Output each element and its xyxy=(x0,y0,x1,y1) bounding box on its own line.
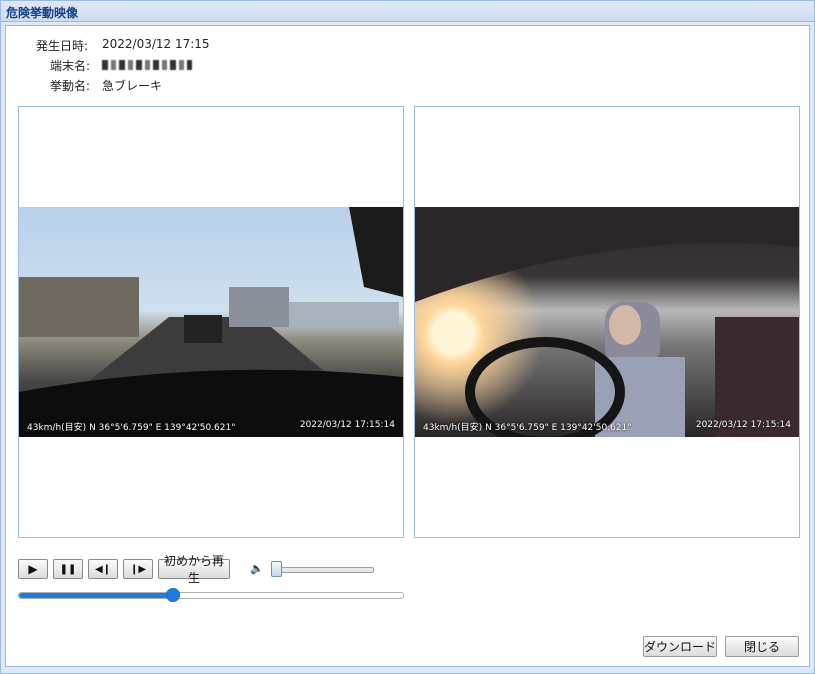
terminal-label: 端末名: xyxy=(50,59,91,73)
step-forward-icon: ❙▶ xyxy=(129,563,147,575)
front-camera-video[interactable]: 43km/h(目安) N 36°5'6.759" E 139°42'50.621… xyxy=(19,207,403,437)
occurred-label: 発生日時: xyxy=(36,39,89,53)
cabin-timestamp: 2022/03/12 17:15:14 xyxy=(695,420,791,430)
terminal-value-masked xyxy=(102,57,192,71)
front-speed: 43km/h(目安) xyxy=(27,423,87,433)
seek-progress-fill xyxy=(19,593,173,598)
seek-thumb[interactable] xyxy=(165,588,180,602)
download-button[interactable]: ダウンロード xyxy=(643,636,717,657)
pause-icon: ❚❚ xyxy=(59,563,77,575)
dialog-window: 危険挙動映像 発生日時: 2022/03/12 17:15 端末名: 挙動名: … xyxy=(0,0,815,674)
behavior-value: 急ブレーキ xyxy=(102,79,163,93)
cabin-video-panel[interactable]: 43km/h(目安) N 36°5'6.759" E 139°42'50.621… xyxy=(414,106,800,538)
play-button[interactable]: ▶ xyxy=(18,559,48,579)
cabin-overlay: 43km/h(目安) N 36°5'6.759" E 139°42'50.621… xyxy=(423,420,791,433)
dialog-title: 危険挙動映像 xyxy=(6,6,79,20)
step-back-icon: ◀❙ xyxy=(94,563,112,575)
front-road-scene xyxy=(19,207,403,437)
cabin-scene-illustration xyxy=(415,207,799,437)
info-terminal: 端末名: xyxy=(6,57,406,73)
info-behavior: 挙動名: 急ブレーキ xyxy=(6,77,406,93)
cabin-camera-video[interactable]: 43km/h(目安) N 36°5'6.759" E 139°42'50.621… xyxy=(415,207,799,437)
front-scene-illustration xyxy=(19,207,403,437)
cabin-speed: 43km/h(目安) xyxy=(423,423,483,433)
behavior-label: 挙動名: xyxy=(50,79,91,93)
info-occurred: 発生日時: 2022/03/12 17:15 xyxy=(6,37,406,53)
close-button[interactable]: 閉じる xyxy=(725,636,799,657)
step-forward-button[interactable]: ❙▶ xyxy=(123,559,153,579)
volume-slider[interactable] xyxy=(272,567,374,573)
front-coords: N 36°5'6.759" E 139°42'50.621" xyxy=(89,423,236,433)
front-timestamp: 2022/03/12 17:15:14 xyxy=(299,420,395,430)
volume-icon: 🔈 xyxy=(250,562,264,575)
pause-button[interactable]: ❚❚ xyxy=(53,559,83,579)
dialog-content: 発生日時: 2022/03/12 17:15 端末名: 挙動名: 急ブレーキ 4… xyxy=(5,25,810,667)
occurred-value: 2022/03/12 17:15 xyxy=(102,37,210,51)
volume-slider-thumb[interactable] xyxy=(271,561,282,577)
seek-bar[interactable] xyxy=(18,588,404,602)
cabin-coords: N 36°5'6.759" E 139°42'50.621" xyxy=(485,423,632,433)
restart-button[interactable]: 初めから再生 xyxy=(158,554,230,585)
play-icon: ▶ xyxy=(28,562,38,576)
title-bar: 危険挙動映像 xyxy=(1,1,814,22)
cabin-scene xyxy=(415,207,799,437)
front-video-panel[interactable]: 43km/h(目安) N 36°5'6.759" E 139°42'50.621… xyxy=(18,106,404,538)
cabin-speed-coords: 43km/h(目安) N 36°5'6.759" E 139°42'50.621… xyxy=(423,420,631,433)
front-overlay: 43km/h(目安) N 36°5'6.759" E 139°42'50.621… xyxy=(27,420,395,433)
front-speed-coords: 43km/h(目安) N 36°5'6.759" E 139°42'50.621… xyxy=(27,420,235,433)
step-back-button[interactable]: ◀❙ xyxy=(88,559,118,579)
